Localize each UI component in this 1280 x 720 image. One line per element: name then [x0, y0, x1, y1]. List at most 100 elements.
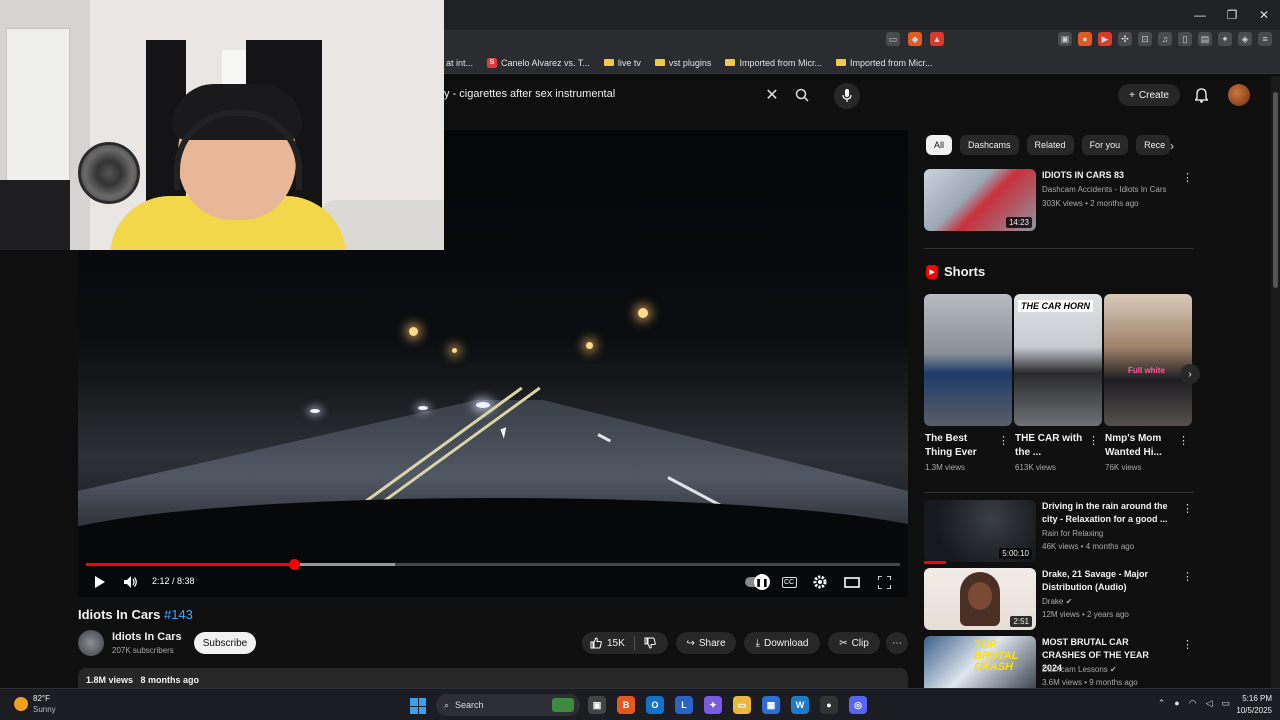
progress-bar[interactable] [86, 559, 900, 570]
copilot-icon[interactable]: ✦ [704, 696, 722, 714]
short-thumbnail[interactable]: THE CAR HORN [1014, 294, 1102, 426]
recommendation-channel[interactable]: Drake ✔ [1042, 597, 1072, 606]
weather-temperature[interactable]: 82°F [33, 694, 50, 703]
share-button[interactable]: ↪ Share [676, 632, 736, 654]
vpn-icon[interactable]: ◈ [1238, 32, 1252, 46]
like-button[interactable]: 15K [590, 637, 625, 649]
screenshot-icon[interactable]: ⊡ [1138, 32, 1152, 46]
search-button[interactable] [788, 84, 816, 106]
short-thumbnail[interactable] [924, 294, 1012, 426]
sparkle-icon[interactable]: ✦ [1218, 32, 1232, 46]
wifi-icon[interactable]: ◠ [1189, 698, 1197, 709]
kebab-menu-icon[interactable]: ⋮ [998, 434, 1009, 447]
extension-fire-icon[interactable]: ● [1078, 32, 1092, 46]
clip-button[interactable]: ✂ Clip [828, 632, 880, 654]
recommendation-title[interactable]: IDIOTS IN CARS 83 [1042, 169, 1168, 182]
notifications-button[interactable] [1192, 86, 1210, 104]
extension-icon[interactable]: ▣ [1058, 32, 1072, 46]
fullscreen-button[interactable] [874, 572, 894, 592]
recommendation-item[interactable]: 2:51 Drake, 21 Savage - Major Distributi… [924, 568, 1194, 630]
store-icon[interactable]: ▦ [762, 696, 780, 714]
chip-all[interactable]: All [926, 135, 953, 155]
short-title[interactable]: THE CAR with the ... [1015, 432, 1085, 460]
voice-search-button[interactable] [834, 83, 860, 109]
recommendation-title[interactable]: Drake, 21 Savage - Major Distribution (A… [1042, 568, 1168, 594]
create-button[interactable]: + Create [1118, 84, 1180, 106]
cast-icon[interactable]: ▭ [886, 32, 900, 46]
bookmark-folder[interactable]: Imported from Micr... [835, 58, 933, 68]
sun-icon[interactable] [14, 697, 28, 711]
video-thumbnail[interactable]: 5:00:10 [924, 500, 1036, 562]
recommendation-item[interactable]: TOP BRUTAL CRASH MOST BRUTAL CAR CRASHES O… [924, 636, 1194, 688]
bookmark-folder[interactable]: Imported from Micr... [725, 58, 822, 68]
file-explorer-icon[interactable]: ▭ [733, 696, 751, 714]
mic-icon[interactable]: ● [1174, 698, 1179, 709]
brave-rewards-icon[interactable]: ▲ [930, 32, 944, 46]
bookmark-item[interactable]: S Canelo Alvarez vs. T... [487, 57, 590, 68]
search-input[interactable]: y - cigarettes after sex instrumental ✕ [444, 84, 786, 106]
autoplay-toggle[interactable]: ❚❚ [744, 572, 770, 592]
bookmark-item[interactable]: at int... [446, 58, 473, 68]
recommendation-title[interactable]: Driving in the rain around the city - Re… [1042, 500, 1168, 526]
kebab-menu-icon[interactable]: ⋮ [1178, 434, 1189, 447]
kebab-menu-icon[interactable]: ⋮ [1088, 434, 1099, 447]
recommendation-item[interactable]: 14:23 IDIOTS IN CARS 83 Dashcam Accident… [924, 169, 1194, 231]
menu-icon[interactable]: ≡ [1258, 32, 1272, 46]
scrollbar-thumb[interactable] [1273, 92, 1278, 288]
recommendation-item[interactable]: 5:00:10 Driving in the rain around the c… [924, 500, 1194, 562]
speaker-icon[interactable]: ◁ [1206, 698, 1213, 709]
close-window-button[interactable]: ✕ [1248, 0, 1280, 30]
progress-scrubber[interactable] [288, 559, 300, 570]
recommendation-channel[interactable]: Dashcam Lessons ✔ [1042, 665, 1117, 674]
outlook-icon[interactable]: O [646, 696, 664, 714]
kebab-menu-icon[interactable]: ⋮ [1182, 570, 1193, 583]
short-title[interactable]: Nmp's Mom Wanted Hi... [1105, 432, 1175, 460]
hashtag-link[interactable]: #143 [164, 607, 193, 622]
download-button[interactable]: ⤓ Download [744, 632, 820, 654]
chip-recent[interactable]: Rece [1136, 135, 1171, 155]
brave-browser-icon[interactable]: B [617, 696, 635, 714]
obs-icon[interactable]: ● [820, 696, 838, 714]
account-avatar[interactable] [1228, 84, 1250, 106]
theater-mode-button[interactable] [842, 572, 862, 592]
chevron-right-icon[interactable]: › [1180, 364, 1200, 384]
kebab-menu-icon[interactable]: ⋮ [1182, 502, 1193, 515]
chevron-right-icon[interactable]: › [1170, 139, 1174, 153]
taskbar-clock[interactable]: 5:16 PM 10/5/2025 [1228, 693, 1272, 717]
kebab-menu-icon[interactable]: ⋮ [1182, 638, 1193, 651]
discord-icon[interactable]: ◎ [849, 696, 867, 714]
video-thumbnail[interactable]: 14:23 [924, 169, 1036, 231]
start-button[interactable] [410, 698, 426, 714]
short-thumbnail[interactable]: Full white [1104, 294, 1192, 426]
video-thumbnail[interactable]: TOP BRUTAL CRASH [924, 636, 1036, 688]
wallet-icon[interactable]: ▤ [1198, 32, 1212, 46]
recommendation-channel[interactable]: Rain for Relaxing [1042, 529, 1103, 538]
video-thumbnail[interactable]: 2:51 [924, 568, 1036, 630]
more-actions-button[interactable]: ⋯ [886, 632, 908, 654]
subscribe-button[interactable]: Subscribe [194, 632, 256, 654]
sidebar-icon[interactable]: ▯ [1178, 32, 1192, 46]
channel-avatar[interactable] [78, 630, 104, 656]
mute-button[interactable] [122, 572, 140, 592]
puzzle-icon[interactable]: ✣ [1118, 32, 1132, 46]
launcher-icon[interactable]: L [675, 696, 693, 714]
chip-dashcams[interactable]: Dashcams [960, 135, 1019, 155]
chip-for-you[interactable]: For you [1081, 135, 1129, 155]
bookmark-folder[interactable]: live tv [603, 58, 641, 68]
weather-condition[interactable]: Sunny [33, 705, 56, 714]
subtitles-button[interactable]: CC [780, 572, 798, 592]
recommendation-channel[interactable]: Dashcam Accidents - Idiots In Cars [1042, 185, 1167, 194]
app-icon[interactable]: W [791, 696, 809, 714]
bookmark-folder[interactable]: vst plugins [654, 58, 711, 68]
task-view-icon[interactable]: ▣ [588, 696, 606, 714]
dislike-button[interactable] [644, 637, 656, 652]
clear-search-button[interactable]: ✕ [762, 84, 782, 106]
taskbar-search[interactable]: ⌕ Search [436, 694, 580, 716]
music-icon[interactable]: ♫ [1158, 32, 1172, 46]
play-button[interactable] [92, 572, 108, 592]
settings-button[interactable] [811, 572, 829, 592]
minimize-button[interactable]: — [1184, 0, 1216, 30]
extension-youtube-icon[interactable]: ▶ [1098, 32, 1112, 46]
brave-shields-icon[interactable]: ◆ [908, 32, 922, 46]
channel-name[interactable]: Idiots In Cars [112, 631, 182, 643]
